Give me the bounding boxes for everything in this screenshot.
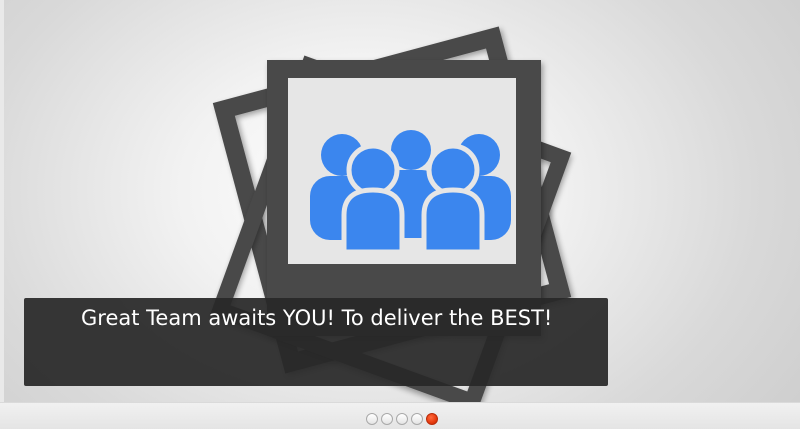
image-slider: Great Team awaits YOU! To deliver the BE… [0,0,800,429]
pager-dot-4[interactable] [411,413,423,425]
pager-dot-2[interactable] [381,413,393,425]
slide-current: Great Team awaits YOU! To deliver the BE… [4,0,800,402]
caption-text: Great Team awaits YOU! To deliver the BE… [81,306,553,330]
slide-caption: Great Team awaits YOU! To deliver the BE… [24,298,608,386]
pager-dot-5-active[interactable] [426,413,438,425]
pager-bar [0,402,800,429]
pager-dot-3[interactable] [396,413,408,425]
pager-dot-1[interactable] [366,413,378,425]
slide-pager [366,413,438,425]
